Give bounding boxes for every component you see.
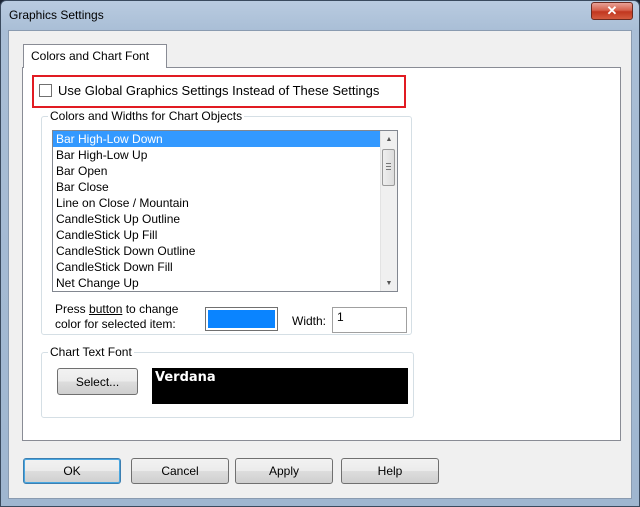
list-item[interactable]: Net Change Up: [53, 275, 385, 291]
close-icon: ✕: [606, 3, 618, 18]
color-swatch-button[interactable]: [205, 307, 278, 331]
select-font-button[interactable]: Select...: [57, 368, 138, 395]
title-bar[interactable]: Graphics Settings ✕: [1, 1, 639, 29]
chart-objects-list[interactable]: Bar High-Low Down Bar High-Low Up Bar Open…: [52, 130, 398, 292]
tab-panel: Use Global Graphics Settings Instead of …: [22, 67, 621, 441]
list-item[interactable]: CandleStick Up Outline: [53, 211, 385, 227]
cancel-button[interactable]: Cancel: [131, 458, 229, 484]
scroll-up-icon[interactable]: ▲: [381, 131, 397, 147]
list-item[interactable]: Bar High-Low Up: [53, 147, 385, 163]
list-item[interactable]: CandleStick Down Outline: [53, 243, 385, 259]
scroll-thumb[interactable]: [382, 149, 395, 186]
scroll-down-icon[interactable]: ▼: [381, 275, 397, 291]
selected-color-fill: [208, 310, 275, 328]
colors-widths-group: Colors and Widths for Chart Objects Bar …: [41, 109, 412, 335]
width-input[interactable]: 1: [332, 307, 407, 333]
apply-button[interactable]: Apply: [235, 458, 333, 484]
help-button[interactable]: Help: [341, 458, 439, 484]
press-button-label: Press button to change color for selecte…: [55, 302, 179, 331]
list-scrollbar[interactable]: ▲ ▼: [380, 131, 397, 291]
list-item[interactable]: Bar High-Low Down: [53, 131, 385, 147]
list-item[interactable]: Bar Open: [53, 163, 385, 179]
chart-text-font-legend: Chart Text Font: [48, 345, 134, 359]
list-item[interactable]: Bar Close: [53, 179, 385, 195]
font-preview: Verdana: [152, 368, 408, 404]
global-settings-highlight: Use Global Graphics Settings Instead of …: [32, 75, 406, 108]
list-item[interactable]: Line on Close / Mountain: [53, 195, 385, 211]
colors-widths-legend: Colors and Widths for Chart Objects: [48, 109, 245, 123]
global-settings-label[interactable]: Use Global Graphics Settings Instead of …: [58, 83, 379, 98]
list-item[interactable]: CandleStick Up Fill: [53, 227, 385, 243]
tab-colors-and-chart-font[interactable]: Colors and Chart Font: [23, 44, 167, 68]
chart-text-font-group: Chart Text Font Select... Verdana: [41, 345, 414, 418]
window-title: Graphics Settings: [9, 8, 104, 22]
graphics-settings-window: Graphics Settings ✕ Colors and Chart Fon…: [0, 0, 640, 507]
close-button[interactable]: ✕: [591, 2, 633, 20]
dialog-client-area: Colors and Chart Font Use Global Graphic…: [8, 30, 632, 499]
global-settings-checkbox[interactable]: [39, 84, 52, 97]
width-label: Width:: [292, 314, 327, 328]
list-item[interactable]: CandleStick Down Fill: [53, 259, 385, 275]
ok-button[interactable]: OK: [23, 458, 121, 484]
